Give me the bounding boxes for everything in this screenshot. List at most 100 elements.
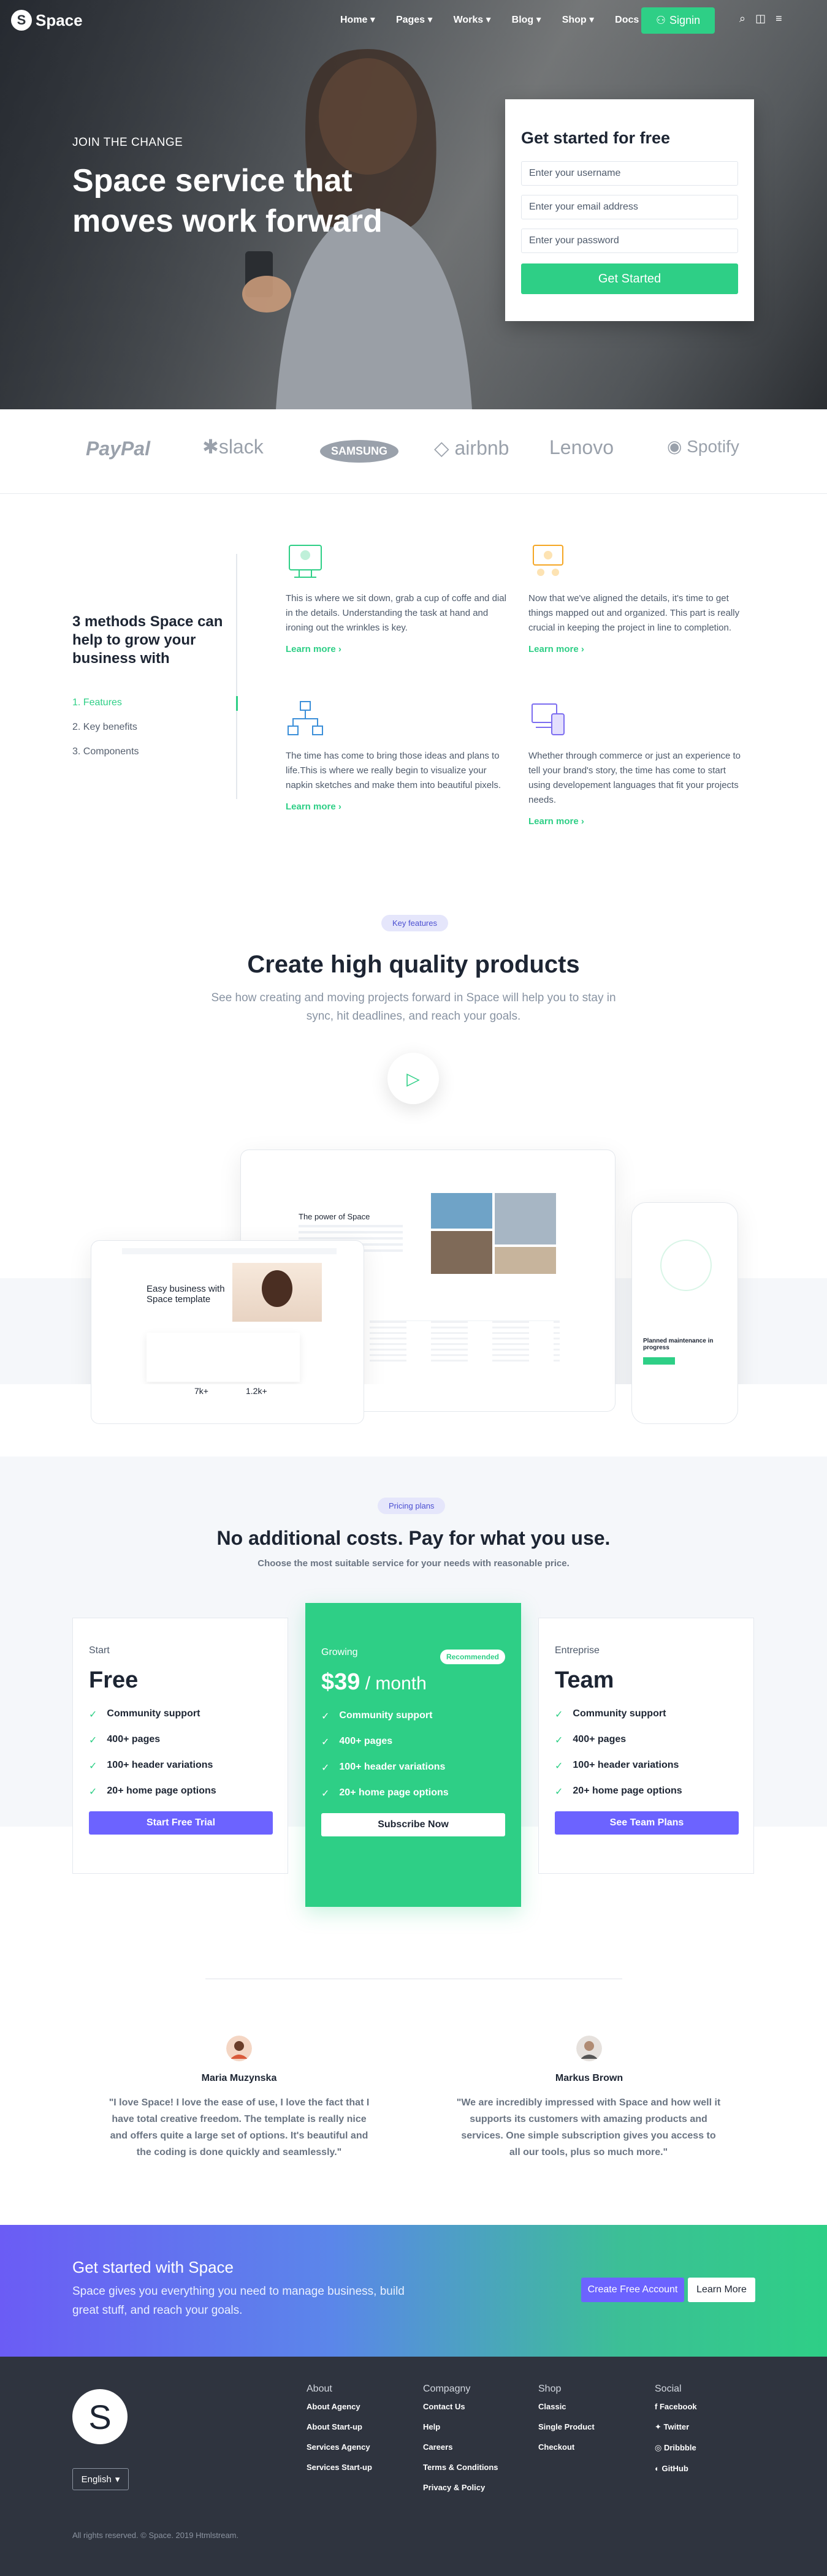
- devices-icon: [532, 703, 565, 735]
- footer-column-title: About: [307, 2384, 332, 2394]
- copyright: All rights reserved. © Space. 2019 Htmls…: [72, 2531, 239, 2540]
- signin-button[interactable]: ⚇ Signin: [641, 7, 715, 34]
- footer-link[interactable]: Contact Us: [423, 2402, 498, 2411]
- footer-link[interactable]: Help: [423, 2422, 498, 2431]
- plan-features: ✓ Community support ✓ 400+ pages ✓ 100+ hea…: [555, 1708, 737, 1798]
- nav-item-pages[interactable]: Pages ▾: [396, 13, 433, 26]
- mock-photo: [232, 1263, 322, 1322]
- nav-item-home[interactable]: Home ▾: [340, 13, 375, 26]
- dribbble-icon: ◎: [655, 2443, 664, 2452]
- top-nav: S Space Home ▾ Pages ▾ Works ▾ Blog ▾ Sh…: [0, 0, 827, 40]
- key-features-subtitle: See how creating and moving projects for…: [211, 991, 616, 1023]
- methods-link-key-benefits[interactable]: 2. Key benefits: [72, 722, 137, 733]
- methods-divider: [236, 554, 237, 799]
- language-select[interactable]: English ▾: [72, 2468, 129, 2490]
- mock-photo: [495, 1193, 556, 1244]
- footer-link[interactable]: About Agency: [307, 2402, 372, 2411]
- methods-active-marker: [236, 696, 238, 711]
- create-free-account-button[interactable]: Create Free Account: [581, 2278, 684, 2302]
- learn-more-link[interactable]: Learn more ›: [528, 816, 749, 827]
- footer-link[interactable]: Careers: [423, 2442, 498, 2452]
- check-icon: ✓: [321, 1711, 330, 1722]
- check-icon: ✓: [89, 1761, 97, 1771]
- airbnb-logo: ◇ airbnb: [434, 437, 509, 459]
- footer-link[interactable]: Services Agency: [307, 2442, 372, 2452]
- testimonial-name: Maria Muzynska: [201, 2073, 277, 2083]
- username-input[interactable]: [521, 161, 738, 186]
- methods-link-components[interactable]: 3. Components: [72, 746, 139, 757]
- plan-features: ✓ Community support ✓ 400+ pages ✓ 100+ hea…: [321, 1710, 505, 1800]
- footer-link[interactable]: Services Start-up: [307, 2463, 372, 2472]
- footer-link-github[interactable]: ◐ GitHub: [655, 2464, 697, 2473]
- footer-link[interactable]: Privacy & Policy: [423, 2483, 498, 2492]
- logo-mark-icon: S: [11, 10, 32, 31]
- plan-feature: ✓ 400+ pages: [555, 1734, 627, 1746]
- methods-link-features[interactable]: 1. Features: [72, 697, 122, 708]
- mock-photo: [431, 1193, 492, 1229]
- signup-form-card: Get started for free Get Started: [505, 99, 754, 321]
- brand-logo[interactable]: S Space: [11, 10, 83, 31]
- get-started-button[interactable]: Get Started: [521, 263, 738, 294]
- check-icon: ✓: [321, 1737, 330, 1748]
- footer-link[interactable]: Terms & Conditions: [423, 2463, 498, 2472]
- pricing-pill: Pricing plans: [378, 1498, 446, 1514]
- search-icon[interactable]: ⌕: [739, 12, 745, 25]
- email-input[interactable]: [521, 195, 738, 219]
- footer: S English ▾ About About Agency About Star…: [0, 2357, 827, 2576]
- twitter-icon: ✦: [655, 2422, 664, 2431]
- footer-link[interactable]: About Start-up: [307, 2422, 372, 2431]
- learn-more-link[interactable]: Learn more ›: [528, 644, 749, 654]
- recommended-badge: Recommended: [440, 1650, 505, 1664]
- footer-link-dribbble[interactable]: ◎ Dribbble: [655, 2443, 697, 2453]
- mock-phone-title: Planned maintenance in progress: [643, 1338, 714, 1351]
- plan-feature: ✓ 400+ pages: [89, 1734, 161, 1746]
- check-icon: ✓: [321, 1789, 330, 1799]
- subscribe-now-button[interactable]: Subscribe Now: [321, 1813, 505, 1836]
- mock-laptop-title: Easy business with Space template: [147, 1284, 225, 1305]
- footer-link-facebook[interactable]: f Facebook: [655, 2402, 697, 2411]
- mock-navbar: [122, 1248, 337, 1254]
- nav-item-shop[interactable]: Shop ▾: [562, 13, 594, 26]
- spotify-icon: ◉: [667, 437, 682, 456]
- main-menu: Home ▾ Pages ▾ Works ▾ Blog ▾ Shop ▾ Doc…: [340, 13, 668, 26]
- cta-text: Space gives you everything you need to m…: [72, 2285, 405, 2317]
- pricing-title: No additional costs. Pay for what you us…: [216, 1527, 611, 1549]
- learn-more-button[interactable]: Learn More: [688, 2278, 755, 2302]
- paypal-logo: PayPal: [86, 438, 150, 460]
- plan-price: $39 / month: [321, 1669, 427, 1695]
- learn-more-link[interactable]: Learn more ›: [286, 801, 506, 812]
- footer-link[interactable]: Classic: [538, 2402, 595, 2411]
- avatar: [576, 2036, 602, 2061]
- feature-text: Now that we've aligned the details, it's…: [528, 593, 740, 633]
- mock-stat: 1.2k+: [246, 1386, 267, 1396]
- footer-logo[interactable]: S: [72, 2389, 128, 2444]
- footer-link-twitter[interactable]: ✦ Twitter: [655, 2422, 697, 2432]
- check-icon: ✓: [555, 1787, 563, 1797]
- plan-feature: ✓ Community support: [555, 1708, 666, 1720]
- password-input[interactable]: [521, 229, 738, 253]
- mock-features-row: [370, 1320, 560, 1363]
- feature-item: Now that we've aligned the details, it's…: [528, 542, 749, 654]
- airbnb-icon: ◇: [434, 437, 449, 459]
- hero-section: S Space Home ▾ Pages ▾ Works ▾ Blog ▾ Sh…: [0, 0, 827, 409]
- plan-feature: ✓ 100+ header variations: [321, 1762, 446, 1773]
- nav-item-works[interactable]: Works ▾: [454, 13, 491, 26]
- check-icon: ✓: [555, 1710, 563, 1720]
- menu-icon[interactable]: ≡: [776, 12, 782, 25]
- play-video-button[interactable]: ▷: [387, 1053, 439, 1104]
- see-team-plans-button[interactable]: See Team Plans: [555, 1811, 739, 1835]
- mock-card: [147, 1333, 300, 1382]
- start-free-trial-button[interactable]: Start Free Trial: [89, 1811, 273, 1835]
- footer-link[interactable]: Single Product: [538, 2422, 595, 2431]
- hero-tagline: JOIN THE CHANGE: [72, 136, 183, 149]
- footer-link[interactable]: Checkout: [538, 2442, 595, 2452]
- learn-more-link[interactable]: Learn more ›: [286, 644, 506, 654]
- check-icon: ✓: [555, 1735, 563, 1746]
- github-icon: ◐: [655, 2464, 662, 2473]
- cart-icon[interactable]: ◫: [755, 12, 766, 25]
- plan-feature: ✓ Community support: [321, 1710, 433, 1722]
- spotify-logo: ◉ Spotify: [667, 437, 739, 456]
- nav-item-blog[interactable]: Blog ▾: [512, 13, 541, 26]
- chevron-down-icon: ▾: [115, 2474, 120, 2485]
- hero-title: Space service that moves work forward: [72, 163, 383, 239]
